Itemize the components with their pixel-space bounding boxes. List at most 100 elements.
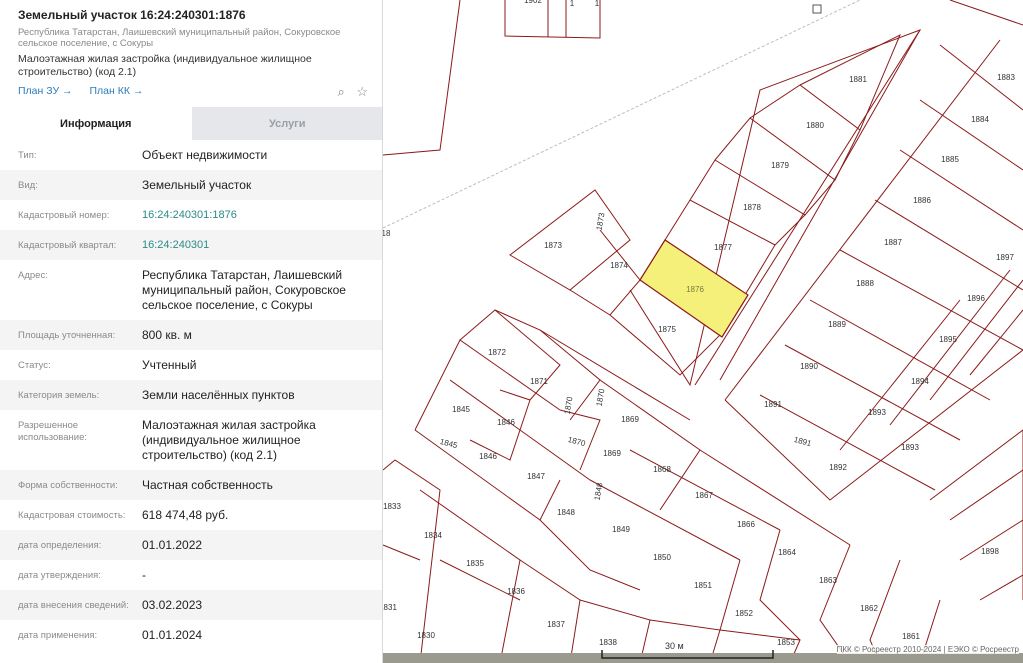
parcel-label: 1869 [603, 449, 621, 458]
parcel-label: 1895 [939, 335, 957, 344]
parcel-label: 1853 [777, 638, 795, 647]
info-row: дата внесения сведений: 03.02.2023 [0, 590, 382, 620]
info-row: Площадь уточненная: 800 кв. м [0, 320, 382, 350]
info-row: дата определения: 01.01.2022 [0, 530, 382, 560]
parcel-label: 1892 [829, 463, 847, 472]
parcel-label: 1861 [902, 632, 920, 641]
parcel-use: Малоэтажная жилая застройка (индивидуаль… [18, 53, 312, 78]
tab-info[interactable]: Информация [0, 107, 192, 140]
star-icon[interactable]: ☆ [356, 84, 368, 99]
parcel-label: 1872 [488, 348, 506, 357]
parcel-label: 1852 [735, 609, 753, 618]
plan-zu-link[interactable]: План ЗУ → [18, 85, 73, 97]
tab-services[interactable]: Услуги [191, 107, 382, 140]
info-row: Категория земель: Земли населённых пункто… [0, 380, 382, 410]
info-row-link[interactable]: 16:24:240301 [142, 238, 367, 253]
parcel-label: 1874 [610, 261, 628, 270]
parcel-label: 1834 [424, 531, 442, 540]
parcel-label: 1881 [849, 75, 867, 84]
panel-icons: ⌕ ☆ [329, 84, 368, 100]
info-row-value: 03.02.2023 [142, 598, 203, 612]
parcel-label: 1902 [524, 0, 542, 5]
parcel-label: 1835 [466, 559, 484, 568]
parcel-label-selected: 1876 [686, 285, 704, 294]
info-row-label: Тип: [18, 150, 37, 161]
info-row: Адрес: Республика Татарстан, Лаишевский м… [0, 260, 382, 320]
info-row-label: Кадастровый номер: [18, 210, 110, 221]
parcel-label: 1877 [714, 243, 732, 252]
info-row: Кадастровая стоимость: 618 474,48 руб. [0, 500, 382, 530]
parcel-label: 1886 [913, 196, 931, 205]
parcel-label: 1879 [771, 161, 789, 170]
parcel-label: 1864 [778, 548, 796, 557]
info-row: Кадастровый номер: 16:24:240301:1876 [0, 200, 382, 230]
info-row-value: 800 кв. м [142, 328, 192, 342]
parcel-label: 1866 [737, 520, 755, 529]
scale-label: 30 м [665, 641, 684, 651]
parcel-label: 1888 [856, 279, 874, 288]
plan-links: План ЗУ → План КК → [18, 85, 157, 97]
info-row: Кадастровый квартал: 16:24:240301 [0, 230, 382, 260]
info-row-label: дата определения: [18, 540, 102, 551]
parcel-label: 1885 [941, 155, 959, 164]
plan-kk-link[interactable]: План КК → [89, 85, 143, 97]
info-row-value: 01.01.2022 [142, 538, 203, 552]
parcel-label: 1850 [653, 553, 671, 562]
info-row-label: Разрешенное использование: [18, 420, 88, 443]
parcel-label: 1845 [452, 405, 470, 414]
info-row-label: Статус: [18, 360, 51, 371]
parcel-label: 1875 [658, 325, 676, 334]
info-row-label: Форма собственности: [18, 480, 118, 491]
info-row: Статус: Учтенный [0, 350, 382, 380]
parcel-label: 1846 [497, 418, 515, 427]
parcel-label: 1889 [828, 320, 846, 329]
parcel-label: 1868 [653, 465, 671, 474]
parcel-label: 1894 [911, 377, 929, 386]
search-map-icon[interactable]: ⌕ [337, 84, 344, 99]
info-row-label: Кадастровая стоимость: [18, 510, 126, 521]
parcel-label: 1891 [764, 400, 782, 409]
info-row-value: Земли населённых пунктов [142, 388, 295, 402]
parcel-label: 1833 [383, 502, 401, 511]
parcel-label: 1878 [743, 203, 761, 212]
info-row-label: Адрес: [18, 270, 48, 281]
parcel-label: 1836 [507, 587, 525, 596]
parcel-title: Земельный участок 16:24:240301:1876 [18, 8, 246, 22]
info-row: Форма собственности: Частная собственност… [0, 470, 382, 500]
info-row-label: Площадь уточненная: [18, 330, 116, 341]
info-row: дата утверждения: - [0, 560, 382, 590]
info-row-link[interactable]: 16:24:240301:1876 [142, 208, 367, 223]
scale-bar [601, 650, 774, 659]
info-row-value: Учтенный [142, 358, 197, 372]
parcel-label: 1830 [417, 631, 435, 640]
parcel-label: 1884 [971, 115, 989, 124]
parcel-label: 1896 [967, 294, 985, 303]
info-row-label: Кадастровый квартал: [18, 240, 117, 251]
info-row-value: 01.01.2024 [142, 628, 203, 642]
parcel-label: 1863 [819, 576, 837, 585]
info-row-value: Земельный участок [142, 178, 252, 192]
parcel-label: 1 [595, 0, 600, 8]
parcel-label: 1897 [996, 253, 1014, 262]
parcel-label: 1846 [479, 452, 497, 461]
info-row-value: Частная собственность [142, 478, 273, 492]
parcel-label: 1893 [868, 408, 886, 417]
info-table: Тип: Объект недвижимости Вид: Земельный уча… [0, 140, 382, 650]
parcel-label: 1898 [981, 547, 999, 556]
info-row-value: Республика Татарстан, Лаишевский муницип… [142, 268, 346, 312]
info-panel: Земельный участок 16:24:240301:1876 Респ… [0, 0, 383, 663]
info-row-label: Категория земель: [18, 390, 100, 401]
info-row: Вид: Земельный участок [0, 170, 382, 200]
parcel-label: 1849 [612, 525, 630, 534]
info-row-value: Малоэтажная жилая застройка (индивидуаль… [142, 418, 316, 462]
info-row-label: Вид: [18, 180, 38, 191]
parcel-label: 1837 [547, 620, 565, 629]
info-row-label: дата внесения сведений: [18, 600, 129, 611]
parcel-label: 1 [570, 0, 575, 8]
parcel-label: 1838 [599, 638, 617, 647]
info-row-value: - [142, 568, 146, 582]
parcel-label: 1869 [621, 415, 639, 424]
parcel-label: 1873 [544, 241, 562, 250]
info-row: дата применения: 01.01.2024 [0, 620, 382, 650]
info-row: Разрешенное использование: Малоэтажная жи… [0, 410, 382, 470]
